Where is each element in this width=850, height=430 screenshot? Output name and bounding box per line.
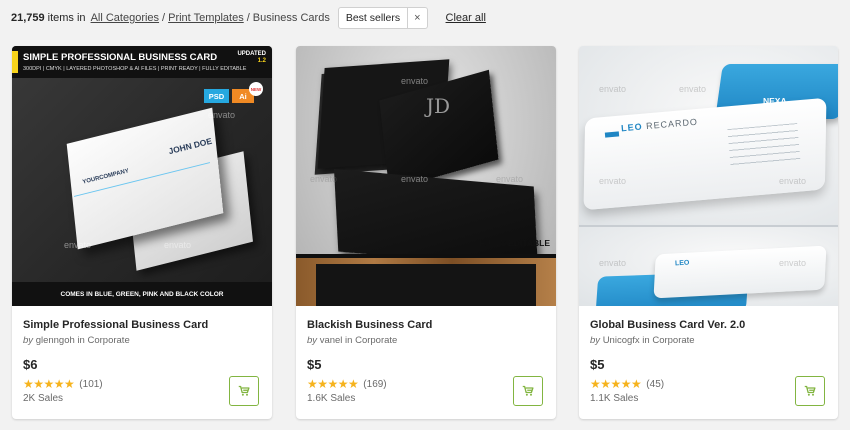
by-label: by (307, 335, 318, 346)
envato-watermark: envato (310, 174, 338, 184)
author-link[interactable]: Unicogfx (603, 335, 640, 346)
cart-icon (804, 385, 816, 396)
envato-watermark: envato (599, 84, 627, 94)
thumb-header-subtitle: 300DPI | CMYK | LAYERED PHOTOSHOP & AI F… (23, 66, 247, 72)
sales-count: 2K Sales (23, 393, 64, 404)
star-rating-icon: ★★★★★ (307, 377, 359, 391)
close-icon[interactable]: × (407, 8, 426, 28)
envato-watermark: envato (64, 240, 92, 250)
thumb-divider (579, 225, 838, 227)
thumb-updated-badge: UPDATED 1.2 (237, 51, 266, 65)
author-link[interactable]: vanel (320, 335, 343, 346)
breadcrumb-all-categories[interactable]: All Categories (91, 12, 159, 24)
thumb-header-title: SIMPLE PROFESSIONAL BUSINESS CARD (23, 52, 218, 63)
filter-chip-best-sellers: Best sellers × (337, 7, 428, 29)
in-label: in (77, 335, 85, 346)
product-card[interactable]: NEXA LEO RECARDO LEO envato envato envat… (579, 46, 838, 419)
items-in-label: items in (47, 12, 86, 24)
cart-icon (522, 385, 534, 396)
product-rating: ★★★★★ (169) (307, 377, 387, 391)
envato-watermark: envato (599, 176, 627, 186)
envato-watermark: envato (401, 174, 429, 184)
thumb-fully-editable: FULLY EDITABLE (479, 238, 550, 248)
breadcrumb-separator: / (246, 12, 250, 24)
new-badge: NEW (249, 82, 263, 96)
review-count: (101) (79, 378, 103, 390)
in-label: in (642, 335, 650, 346)
by-label: by (590, 335, 601, 346)
filter-chip-label: Best sellers (345, 12, 401, 24)
category-link[interactable]: Corporate (652, 335, 694, 346)
add-to-cart-button[interactable] (795, 376, 825, 406)
add-to-cart-button[interactable] (229, 376, 259, 406)
star-rating-icon: ★★★★★ (590, 377, 642, 391)
product-rating: ★★★★★ (45) (590, 377, 664, 391)
product-thumbnail[interactable]: NEXA LEO RECARDO LEO envato envato envat… (579, 46, 838, 306)
product-rating: ★★★★★ (101) (23, 377, 103, 391)
breadcrumb-current: Business Cards (252, 12, 330, 24)
thumb-monogram: JD (426, 94, 451, 118)
product-card[interactable]: JD envato envato envato envato FULLY EDI… (296, 46, 556, 419)
sales-count: 1.6K Sales (307, 393, 356, 404)
add-to-cart-button[interactable] (513, 376, 543, 406)
by-label: by (23, 335, 34, 346)
product-card[interactable]: JOHN DOE YOURCOMPANY SIMPLE PROFESSIONAL… (12, 46, 272, 419)
envato-watermark: envato (779, 176, 807, 186)
card-info-lines (727, 123, 801, 169)
category-link[interactable]: Corporate (87, 335, 129, 346)
product-byline: by vanel in Corporate (307, 335, 397, 346)
in-label: in (345, 335, 353, 346)
breadcrumb-separator: / (162, 12, 166, 24)
card-on-wood-image (316, 264, 536, 306)
product-price: $5 (307, 357, 322, 372)
results-toolbar: 21,759 items in All Categories / Print T… (11, 6, 486, 30)
updated-label: UPDATED (237, 51, 266, 57)
envato-watermark: envato (496, 174, 524, 184)
clear-all-link[interactable]: Clear all (446, 12, 486, 24)
thumb-footer-text: COMES IN BLUE, GREEN, PINK AND BLACK COL… (60, 290, 224, 298)
product-title[interactable]: Global Business Card Ver. 2.0 (590, 319, 745, 331)
name-first: LEO (620, 121, 644, 134)
white-card-image (653, 245, 827, 299)
product-thumbnail[interactable]: JOHN DOE YOURCOMPANY SIMPLE PROFESSIONAL… (12, 46, 272, 306)
sales-count: 1.1K Sales (590, 393, 639, 404)
envato-watermark: envato (599, 258, 627, 268)
cart-icon (238, 385, 250, 396)
product-byline: by Unicogfx in Corporate (590, 335, 695, 346)
breadcrumb-print-templates[interactable]: Print Templates (168, 12, 244, 24)
envato-watermark: envato (164, 240, 192, 250)
envato-watermark: envato (401, 76, 429, 86)
thumb-header-stripe (12, 51, 18, 73)
results-count: 21,759 (11, 12, 45, 24)
envato-watermark: envato (779, 258, 807, 268)
psd-badge: PSD (204, 89, 229, 103)
star-rating-icon: ★★★★★ (23, 377, 75, 391)
thumb-card-name-small: LEO (674, 259, 690, 268)
product-price: $6 (23, 357, 38, 372)
review-count: (45) (646, 378, 665, 390)
category-link[interactable]: Corporate (355, 335, 397, 346)
envato-watermark: envato (679, 84, 707, 94)
envato-watermark: envato (208, 110, 236, 120)
product-thumbnail[interactable]: JD envato envato envato envato FULLY EDI… (296, 46, 556, 306)
thumb-footer-bar: COMES IN BLUE, GREEN, PINK AND BLACK COL… (12, 282, 272, 306)
wood-edge (296, 254, 556, 258)
version-label: 1.2 (257, 58, 266, 64)
product-title[interactable]: Blackish Business Card (307, 319, 432, 331)
review-count: (169) (363, 378, 387, 390)
product-price: $5 (590, 357, 605, 372)
product-title[interactable]: Simple Professional Business Card (23, 319, 208, 331)
product-byline: by glenngoh in Corporate (23, 335, 130, 346)
author-link[interactable]: glenngoh (36, 335, 75, 346)
